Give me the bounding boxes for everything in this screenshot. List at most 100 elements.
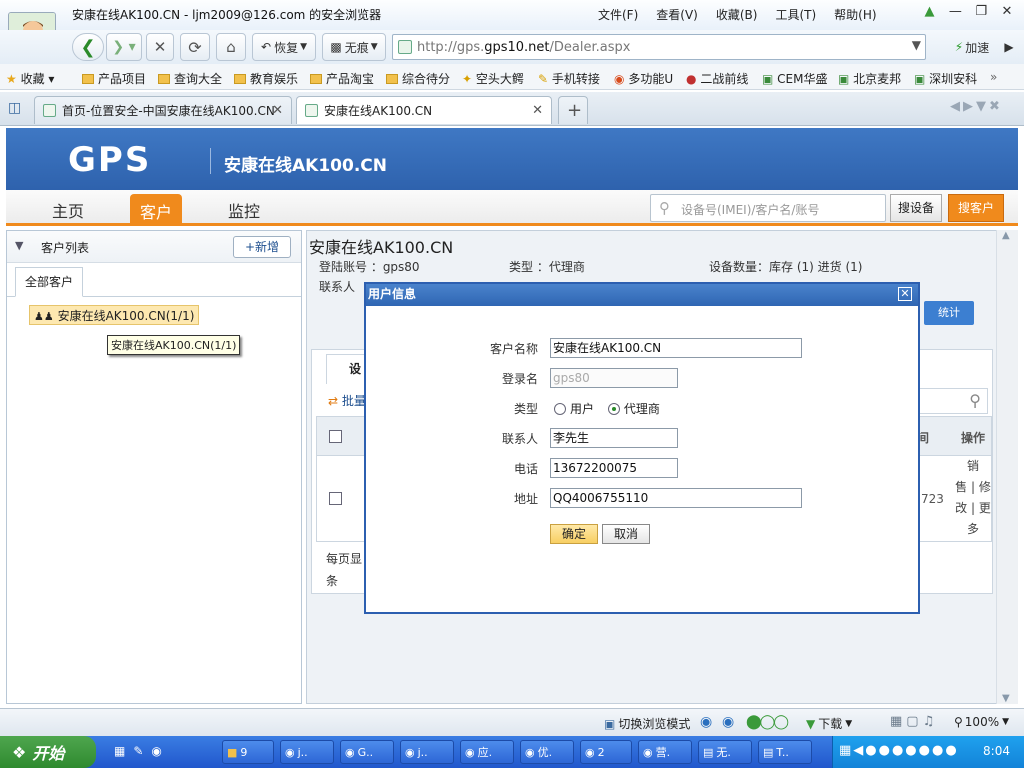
quick-launch-icons[interactable]: ▦✎◉ — [114, 744, 170, 758]
add-customer-button[interactable]: +新增 — [233, 236, 291, 258]
address-dropdown-icon[interactable]: ▼ — [912, 38, 921, 52]
back-arrow-icon: ❮ — [80, 36, 96, 58]
contact-field[interactable]: 李先生 — [550, 428, 678, 448]
customer-name-field[interactable]: 安康在线AK100.CN — [550, 338, 802, 358]
switch-mode-button[interactable]: ▣ 切换浏览模式 — [604, 715, 690, 732]
dialog-close-button[interactable]: ✕ — [898, 287, 912, 301]
collapse-icon[interactable]: ▼ — [15, 239, 23, 252]
menu-file[interactable]: 文件(F) — [598, 6, 638, 23]
taskbar-item[interactable]: ◉ j.. — [400, 740, 454, 764]
tab-customers[interactable]: 客户 — [130, 194, 182, 226]
scroll-up-icon[interactable]: ▲ — [1002, 230, 1010, 241]
address-bar[interactable]: http://gps.gps10.net/Dealer.aspx ▼ — [392, 34, 926, 60]
tab-all-customers[interactable]: 全部客户 — [15, 267, 83, 297]
radio-icon[interactable] — [554, 403, 566, 415]
new-tab-button[interactable]: + — [558, 96, 588, 124]
type-agent-label: 代理商 — [623, 402, 660, 416]
fav-item[interactable]: ✦ 空头大鳄 — [462, 70, 524, 87]
taskbar-item[interactable]: ◉ 营. — [638, 740, 692, 764]
action-more[interactable]: 多 — [953, 519, 993, 540]
tab-active[interactable]: 安康在线AK100.CN ✕ — [296, 96, 552, 124]
taskbar-item[interactable]: ▤ T.. — [758, 740, 812, 764]
batch-label: 批量 — [341, 394, 366, 408]
taskbar-item[interactable]: ◉ j.. — [280, 740, 334, 764]
device-search-input[interactable]: ⚲ — [918, 388, 988, 414]
action-sell[interactable]: 销 — [953, 456, 993, 477]
scroll-down-icon[interactable]: ▼ — [1002, 693, 1010, 704]
customer-tree-node[interactable]: ♟♟ 安康在线AK100.CN(1/1) — [29, 305, 200, 325]
ie-icon[interactable]: ◉ — [700, 714, 712, 730]
search-customer-button[interactable]: 搜客户 — [948, 194, 1004, 222]
select-all-checkbox[interactable] — [329, 430, 342, 443]
speedup-button[interactable]: ⚡ 加速 — [948, 33, 996, 61]
restore-button[interactable]: ↶ 恢复 ▼ — [252, 33, 316, 61]
stop-button[interactable]: ✕ — [146, 33, 174, 61]
shield-icon[interactable]: ◉ — [722, 714, 734, 730]
fav-item[interactable]: ▣ CEM华盛 — [762, 70, 828, 87]
go-button[interactable]: ▶ — [998, 33, 1020, 61]
refresh-button[interactable]: ⟳ — [180, 33, 210, 61]
action-edit-more[interactable]: 改 | 更 — [953, 498, 993, 519]
action-sell-edit[interactable]: 售 | 修 — [953, 477, 993, 498]
minimize-button[interactable]: — — [944, 4, 966, 19]
address-url[interactable]: http://gps.gps10.net/Dealer.aspx — [417, 40, 630, 55]
start-button[interactable]: ❖ 开始 — [0, 736, 96, 768]
taskbar-item[interactable]: ◉ 应. — [460, 740, 514, 764]
phone-field[interactable]: 13672200075 — [550, 458, 678, 478]
home-button[interactable]: ⌂ — [216, 33, 246, 61]
back-button[interactable]: ❮ — [72, 33, 104, 61]
close-tab-icon[interactable]: ✕ — [272, 103, 283, 118]
confirm-button[interactable]: 确定 — [550, 524, 598, 544]
download-button[interactable]: ▼ 下载 ▼ — [806, 715, 852, 732]
taskbar-item[interactable]: ◉ G.. — [340, 740, 394, 764]
login-name-field[interactable]: gps80 — [550, 368, 678, 388]
toggle-icon[interactable]: ⬤◯◯ — [746, 714, 789, 730]
fav-item[interactable]: 查询大全 — [158, 70, 222, 87]
radio-selected-icon[interactable] — [607, 403, 620, 415]
taskbar-item[interactable]: ■ 9 — [222, 740, 274, 764]
close-tab-icon[interactable]: ✕ — [532, 103, 543, 118]
more-favorites-icon[interactable]: » — [990, 70, 997, 84]
taskbar-item[interactable]: ▤ 无. — [698, 740, 752, 764]
fav-item[interactable]: 产品淘宝 — [310, 70, 374, 87]
menu-view[interactable]: 查看(V) — [656, 6, 698, 23]
tray-icons[interactable]: ▦◀●●●●●●● — [839, 743, 959, 758]
tab-home-page[interactable]: 主页 — [52, 198, 84, 222]
fav-item[interactable]: ◉ 多功能U — [614, 70, 673, 87]
batch-action[interactable]: ⇄ 批量 — [328, 392, 366, 409]
tab-home[interactable]: 首页-位置安全-中国安康在线AK100.CN ✕ — [34, 96, 292, 124]
fav-item[interactable]: ● 二战前线 — [686, 70, 748, 87]
address-field[interactable]: QQ4006755110 — [550, 488, 802, 508]
search-device-button[interactable]: 搜设备 — [890, 194, 942, 222]
forward-button[interactable]: ❯ ▾ — [106, 33, 142, 61]
zoom-control[interactable]: ⚲ 100% ▼ — [954, 715, 1009, 729]
fav-item[interactable]: 综合待分 — [386, 70, 450, 87]
tab-scroll-controls[interactable]: ◀▶▼✖ — [950, 99, 1003, 114]
fav-item[interactable]: 教育娱乐 — [234, 70, 298, 87]
menu-help[interactable]: 帮助(H) — [834, 6, 876, 23]
vertical-scrollbar[interactable]: ▲ ▼ — [996, 230, 1018, 704]
cancel-button[interactable]: 取消 — [602, 524, 650, 544]
taskbar-item[interactable]: ◉ 2 — [580, 740, 632, 764]
type-agent-option[interactable]: 代理商 — [607, 402, 660, 416]
fav-item[interactable]: ▣ 北京麦邦 — [838, 70, 901, 87]
favorites-menu[interactable]: ★ 收藏 ▾ — [6, 70, 54, 87]
status-tools-icons[interactable]: ▦▢♫ — [890, 714, 938, 729]
search-input[interactable]: ⚲ 设备号(IMEI)/客户名/账号 — [650, 194, 886, 222]
skin-icon[interactable]: ▲ — [919, 4, 941, 19]
menu-favorites[interactable]: 收藏(B) — [716, 6, 758, 23]
fav-item[interactable]: 产品项目 — [82, 70, 146, 87]
sidebar-toggle-icon[interactable]: ◫ — [8, 100, 21, 116]
type-user-option[interactable]: 用户 — [554, 402, 594, 416]
stats-button[interactable]: 统计 — [924, 301, 974, 325]
fav-item[interactable]: ▣ 深圳安科 — [914, 70, 977, 87]
fav-item[interactable]: ✎ 手机转接 — [538, 70, 600, 87]
row-checkbox[interactable] — [329, 492, 342, 505]
tab-monitor[interactable]: 监控 — [228, 198, 260, 222]
taskbar-item[interactable]: ◉ 优. — [520, 740, 574, 764]
menu-tools[interactable]: 工具(T) — [775, 6, 816, 23]
search-icon[interactable]: ⚲ — [969, 391, 981, 410]
no-trace-button[interactable]: ▩ 无痕 ▼ — [322, 33, 386, 61]
maximize-button[interactable]: ❐ — [970, 4, 992, 19]
close-window-button[interactable]: ✕ — [996, 4, 1018, 19]
